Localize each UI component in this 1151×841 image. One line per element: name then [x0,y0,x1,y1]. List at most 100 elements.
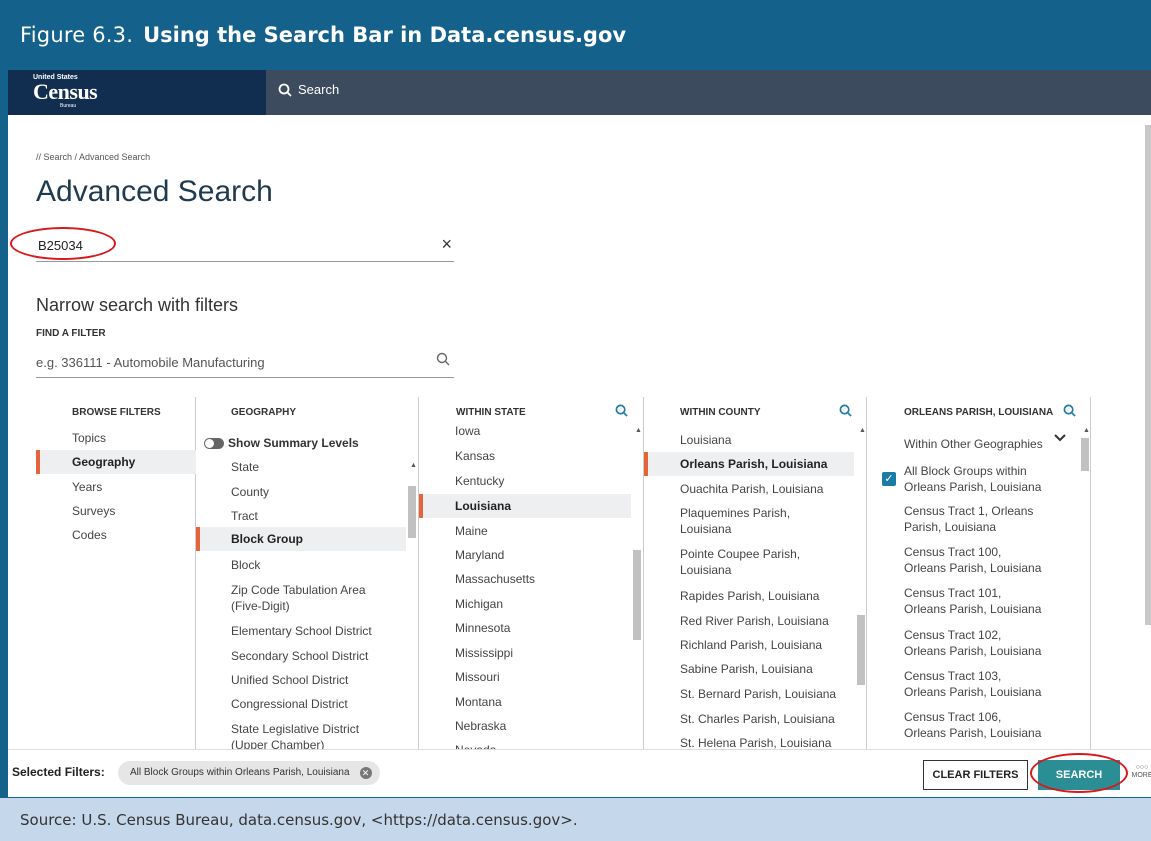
column-divider [1090,397,1091,797]
state-item[interactable]: Missouri [455,669,500,685]
selected-indicator [196,527,200,551]
geography-item[interactable]: Tract [231,508,258,524]
parish-item-checked[interactable]: All Block Groups within Orleans Parish, … [904,463,1044,495]
browse-item-topics[interactable]: Topics [36,426,196,450]
close-icon[interactable]: × [441,234,452,255]
find-filter-placeholder: e.g. 336111 - Automobile Manufacturing [36,355,265,370]
checkbox-checked-icon[interactable]: ✓ [882,472,896,486]
county-item[interactable]: St. Charles Parish, Louisiana [680,711,835,727]
census-logo[interactable]: United States Census Bureau [8,70,266,115]
remove-icon[interactable]: ✕ [359,767,372,779]
more-label: MORE [1131,772,1151,779]
geography-item[interactable]: County [231,484,269,500]
county-item[interactable]: Red River Parish, Louisiana [680,613,829,629]
geography-item[interactable]: Block [231,557,260,573]
state-item[interactable]: Minnesota [455,620,510,636]
geography-item[interactable]: Secondary School District [231,648,368,664]
figure-title: Using the Search Bar in Data.census.gov [143,23,627,47]
geography-item[interactable]: Congressional District [231,696,348,712]
page-scrollbar-thumb[interactable] [1145,125,1151,625]
scroll-up-icon[interactable]: ▲ [1083,427,1090,434]
search-input[interactable]: B25034 × [36,230,454,262]
county-item[interactable]: Pointe Coupee Parish, Louisiana [680,546,820,578]
state-item[interactable]: Maine [455,523,488,539]
browse-item-surveys[interactable]: Surveys [36,499,196,523]
selected-filters-label: Selected Filters: [12,765,105,779]
search-input-value: B25034 [38,238,83,253]
search-icon [278,83,292,97]
parish-item[interactable]: Census Tract 102, Orleans Parish, Louisi… [904,627,1044,659]
state-item[interactable]: Michigan [455,596,503,612]
geography-item-selected[interactable]: Block Group [196,527,406,551]
within-other-geographies-dropdown[interactable]: Within Other Geographies [904,436,1043,452]
parish-item[interactable]: Census Tract 106, Orleans Parish, Louisi… [904,709,1044,741]
find-filter-input[interactable]: e.g. 336111 - Automobile Manufacturing [36,348,454,378]
search-icon[interactable] [436,352,450,366]
search-icon[interactable] [839,404,852,417]
breadcrumb[interactable]: // Search / Advanced Search [36,152,150,162]
screenshot-frame: United States Census Bureau Search // Se… [0,70,1151,797]
parish-scrollbar[interactable] [1081,438,1089,471]
scroll-up-icon[interactable]: ▲ [410,462,417,469]
search-icon[interactable] [615,404,628,417]
browse-item-geography[interactable]: Geography [36,450,196,474]
geography-item[interactable]: State [231,459,259,475]
browse-item-years[interactable]: Years [36,475,196,499]
browse-filters-header: BROWSE FILTERS [72,407,161,418]
parish-item[interactable]: Census Tract 100, Orleans Parish, Louisi… [904,544,1044,576]
top-search-link[interactable]: Search [278,82,339,97]
state-item[interactable]: Montana [455,694,502,710]
county-item[interactable]: Rapides Parish, Louisiana [680,588,819,604]
parish-item[interactable]: Census Tract 1, Orleans Parish, Louisian… [904,503,1044,535]
parish-item[interactable]: Census Tract 103, Orleans Parish, Louisi… [904,668,1044,700]
source-text: Source: U.S. Census Bureau, data.census.… [20,811,578,829]
geography-header: GEOGRAPHY [231,407,297,418]
geography-item[interactable]: Zip Code Tabulation Area (Five-Digit) [231,582,381,614]
state-scrollbar[interactable] [633,550,641,640]
state-item[interactable]: Maryland [455,547,504,563]
narrow-filters-title: Narrow search with filters [36,295,239,315]
selected-filter-chip-label: All Block Groups within Orleans Parish, … [130,767,350,778]
summary-levels-label: Show Summary Levels [228,436,359,450]
logo-main-text: Census [33,79,98,104]
state-item[interactable]: Mississippi [455,645,513,661]
selected-indicator [419,494,423,518]
county-item-selected[interactable]: Orleans Parish, Louisiana [644,452,854,476]
within-state-header: WITHIN STATE [456,407,526,418]
find-filter-label: FIND A FILTER [36,328,106,339]
page-title: Advanced Search [36,175,273,208]
geography-item[interactable]: Unified School District [231,672,348,688]
scroll-up-icon[interactable]: ▲ [635,427,642,434]
clear-filters-button[interactable]: CLEAR FILTERS [923,760,1028,790]
county-item[interactable]: Sabine Parish, Louisiana [680,661,813,677]
selected-indicator [644,452,648,476]
state-item[interactable]: Iowa [455,423,480,439]
state-item[interactable]: Kentucky [455,473,504,489]
scroll-up-icon[interactable]: ▲ [859,427,866,434]
geography-item[interactable]: Elementary School District [231,623,372,639]
county-item[interactable]: Louisiana [680,432,731,448]
county-item[interactable]: Plaquemines Parish, Louisiana [680,505,820,537]
within-county-header: WITHIN COUNTY [680,407,761,418]
county-scrollbar[interactable] [857,615,865,685]
county-item[interactable]: Ouachita Parish, Louisiana [680,481,823,497]
chevron-down-icon[interactable] [1054,434,1066,442]
state-item[interactable]: Kansas [455,448,495,464]
page-scrollbar[interactable] [1145,115,1151,745]
browse-item-codes[interactable]: Codes [36,523,196,547]
parish-item[interactable]: Census Tract 101, Orleans Parish, Louisi… [904,585,1044,617]
more-button[interactable]: ○○○ MORE [1130,764,1151,780]
figure-number: Figure 6.3. [20,23,134,47]
search-icon[interactable] [1063,404,1076,417]
county-item[interactable]: St. Bernard Parish, Louisiana [680,686,836,702]
state-item[interactable]: Nebraska [455,718,506,734]
selected-filters-bar: Selected Filters: All Block Groups withi… [8,749,1151,797]
search-button[interactable]: SEARCH [1038,760,1120,790]
state-item-selected[interactable]: Louisiana [419,494,631,518]
county-item[interactable]: Richland Parish, Louisiana [680,637,822,653]
summary-levels-toggle[interactable] [204,438,224,449]
selected-filter-chip[interactable]: All Block Groups within Orleans Parish, … [118,761,380,785]
state-item[interactable]: Massachusetts [455,571,535,587]
logo-sub-text: Bureau [60,103,77,109]
geography-scrollbar[interactable] [408,486,416,538]
